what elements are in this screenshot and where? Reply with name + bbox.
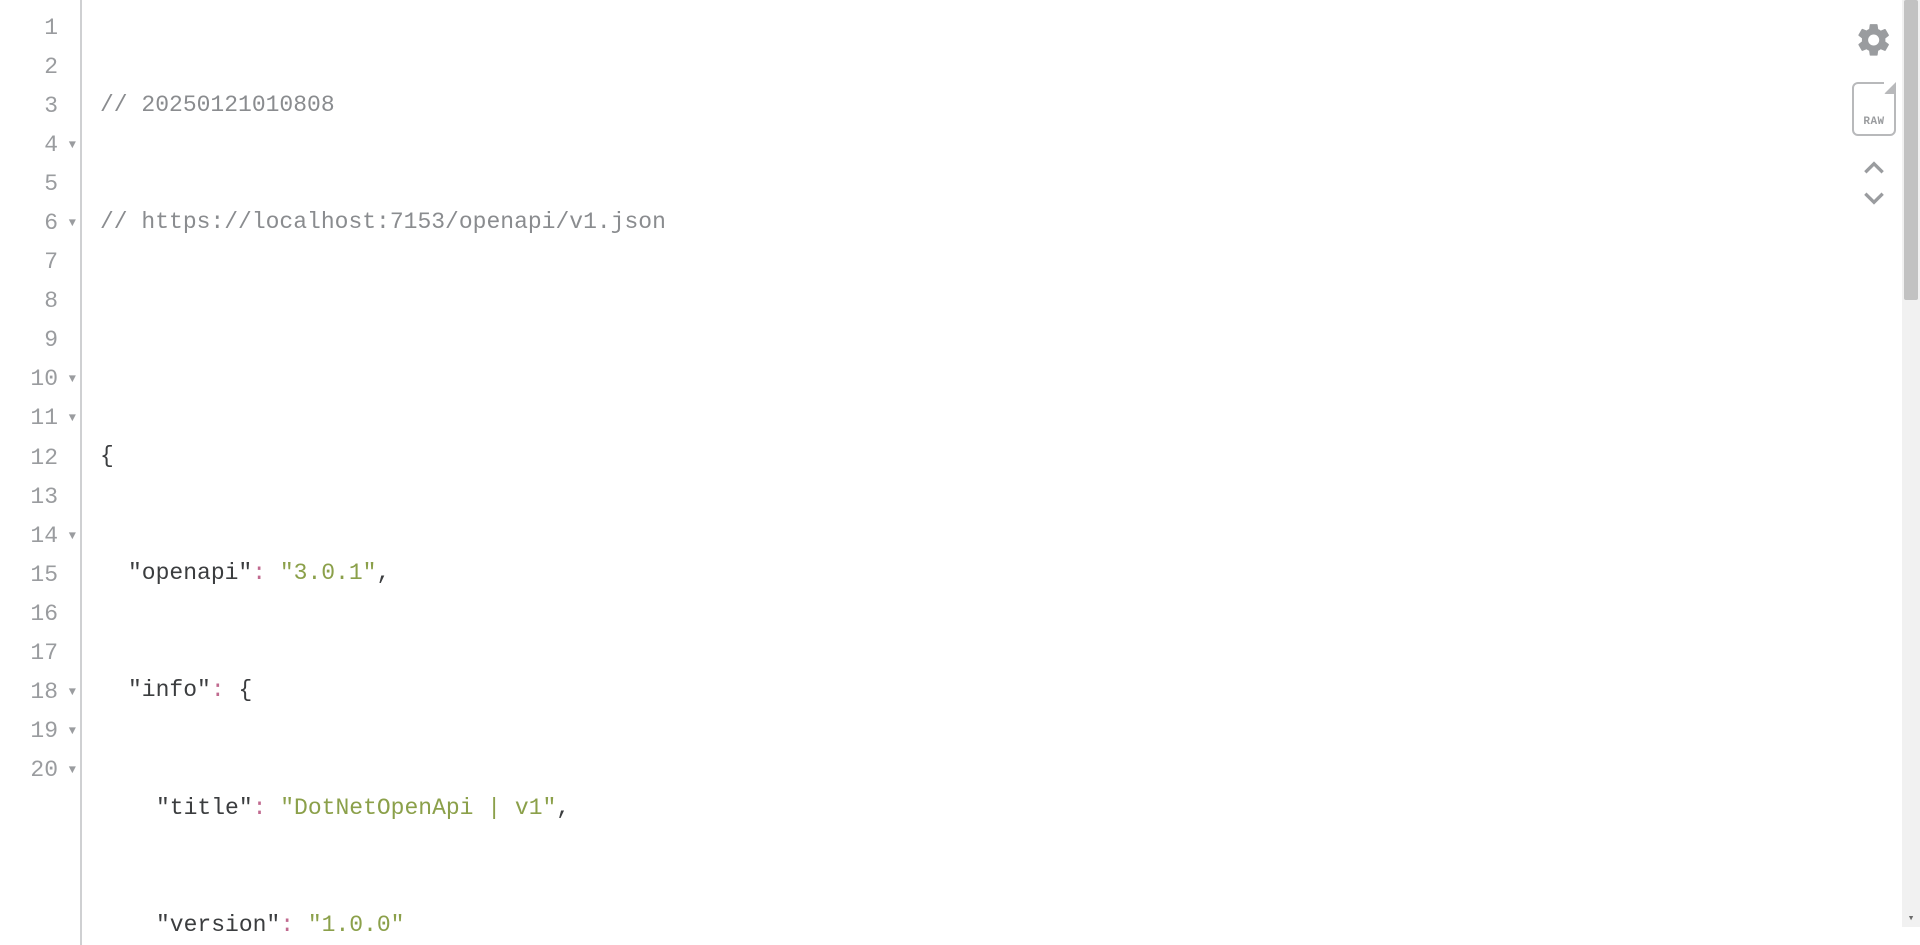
fold-toggle[interactable]: ▼ [69, 411, 76, 425]
vertical-scrollbar[interactable]: ▾ [1902, 0, 1920, 927]
code-line [100, 320, 1920, 359]
fold-toggle[interactable]: ▼ [69, 216, 76, 230]
line-number: 17 [30, 640, 58, 666]
json-key-info: "info" [128, 671, 211, 710]
json-value-version: "1.0.0" [308, 906, 405, 945]
line-number: 7 [44, 249, 58, 275]
collapse-all-button[interactable] [1852, 156, 1896, 180]
gutter-line: 1 [0, 8, 80, 47]
line-number: 6 [44, 210, 58, 236]
colon: : [280, 906, 294, 945]
line-number: 9 [44, 327, 58, 353]
gutter-line: 16 [0, 594, 80, 633]
space [225, 671, 239, 710]
comma: , [376, 554, 390, 593]
comma: , [556, 789, 570, 828]
json-key-title: "title" [156, 789, 253, 828]
expand-all-button[interactable] [1852, 186, 1896, 210]
brace-open: { [238, 671, 252, 710]
raw-view-button[interactable]: RAW [1852, 82, 1896, 136]
chevron-up-icon [1861, 159, 1887, 177]
colon: : [253, 789, 267, 828]
gutter-line: 19 ▼ [0, 712, 80, 751]
line-number: 15 [30, 562, 58, 588]
gutter-line: 5 [0, 164, 80, 203]
gutter-line: 9 [0, 321, 80, 360]
line-number: 1 [44, 15, 58, 41]
gutter-line: 18 ▼ [0, 673, 80, 712]
line-number: 4 [44, 132, 58, 158]
line-number: 13 [30, 484, 58, 510]
colon: : [252, 554, 266, 593]
line-number: 3 [44, 93, 58, 119]
line-gutter: 1234▼56▼78910▼11▼121314▼15161718▼19▼20▼ [0, 0, 82, 945]
code-line: { [100, 437, 1920, 476]
scroll-down-arrow[interactable]: ▾ [1902, 909, 1920, 927]
scrollbar-thumb[interactable] [1904, 0, 1918, 300]
gutter-line: 3 [0, 86, 80, 125]
line-number: 19 [30, 718, 58, 744]
gutter-line: 13 [0, 477, 80, 516]
gutter-line: 17 [0, 634, 80, 673]
line-number: 10 [30, 366, 58, 392]
gutter-line: 15 [0, 555, 80, 594]
gutter-line: 20 ▼ [0, 751, 80, 790]
code-line: "info": { [100, 671, 1920, 710]
json-key-openapi: "openapi" [128, 554, 252, 593]
raw-label: RAW [1854, 116, 1894, 128]
gutter-line: 10 ▼ [0, 360, 80, 399]
chevron-down-icon [1861, 189, 1887, 207]
json-value-openapi: "3.0.1" [280, 554, 377, 593]
gutter-line: 7 [0, 243, 80, 282]
gear-icon [1855, 21, 1893, 59]
line-number: 16 [30, 601, 58, 627]
json-key-version: "version" [156, 906, 280, 945]
comment-source-url: // https://localhost:7153/openapi/v1.jso… [100, 203, 666, 242]
space [294, 906, 308, 945]
fold-toggle[interactable]: ▼ [69, 724, 76, 738]
fold-toggle[interactable]: ▼ [69, 138, 76, 152]
space [266, 789, 280, 828]
line-number: 11 [30, 405, 58, 431]
gutter-line: 8 [0, 282, 80, 321]
json-value-title: "DotNetOpenApi | v1" [280, 789, 556, 828]
fold-toggle[interactable]: ▼ [69, 529, 76, 543]
settings-button[interactable] [1852, 18, 1896, 62]
gutter-line: 4▼ [0, 125, 80, 164]
line-number: 12 [30, 445, 58, 471]
line-number: 2 [44, 54, 58, 80]
code-line: // 20250121010808 [100, 86, 1920, 125]
gutter-line: 11 ▼ [0, 399, 80, 438]
code-area: // 20250121010808 // https://localhost:7… [82, 0, 1920, 945]
gutter-line: 14 ▼ [0, 516, 80, 555]
fold-toggle[interactable]: ▼ [69, 372, 76, 386]
brace-open: { [100, 437, 114, 476]
code-line: "openapi": "3.0.1", [100, 554, 1920, 593]
line-number: 18 [30, 679, 58, 705]
line-number: 8 [44, 288, 58, 314]
line-number: 20 [30, 757, 58, 783]
gutter-line: 6▼ [0, 203, 80, 242]
line-number: 14 [30, 523, 58, 549]
code-line: // https://localhost:7153/openapi/v1.jso… [100, 203, 1920, 242]
gutter-line: 2 [0, 47, 80, 86]
comment-timestamp: // 20250121010808 [100, 86, 335, 125]
gutter-line: 12 [0, 438, 80, 477]
fold-toggle[interactable]: ▼ [69, 763, 76, 777]
colon: : [211, 671, 225, 710]
code-line: "version": "1.0.0" [100, 906, 1920, 945]
code-line: "title": "DotNetOpenApi | v1", [100, 789, 1920, 828]
fold-toggle[interactable]: ▼ [69, 685, 76, 699]
space [266, 554, 280, 593]
viewer-toolbar: RAW [1852, 18, 1896, 210]
json-viewer: 1234▼56▼78910▼11▼121314▼15161718▼19▼20▼ … [0, 0, 1920, 945]
line-number: 5 [44, 171, 58, 197]
